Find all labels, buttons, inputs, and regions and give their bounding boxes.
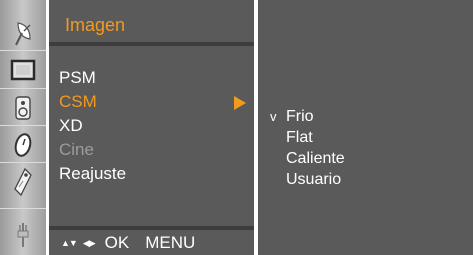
submenu-item-frio[interactable]: v Frio [270,106,345,127]
ok-key-label: OK [104,233,130,252]
navigation-hint-bar: ▲▼ ◀▶ OK MENU [61,233,195,253]
up-down-arrows-icon: ▲▼ [61,238,78,248]
submenu-item-label: Frio [286,108,314,125]
menu-title: Imagen [65,15,126,35]
menu-list: PSM CSM XD Cine Reajuste [49,66,254,186]
category-icon-column [0,0,46,255]
tag-icon[interactable] [4,165,42,198]
footer-divider [49,226,254,230]
title-divider [49,42,254,46]
main-menu-panel: Imagen PSM CSM XD Cine Reajuste ▲▼ ◀▶ OK… [49,0,254,255]
submenu-item-label: Caliente [286,150,345,167]
menu-item-xd[interactable]: XD [49,114,254,138]
submenu-panel: v Frio Flat Caliente Usuario [258,0,473,255]
menu-item-psm[interactable]: PSM [49,66,254,90]
submenu-arrow-icon [234,96,246,110]
left-right-arrows-icon: ◀▶ [82,238,96,248]
menu-item-cine: Cine [59,140,94,159]
submenu-item-caliente[interactable]: Caliente [270,148,345,169]
tv-osd-menu: Imagen PSM CSM XD Cine Reajuste ▲▼ ◀▶ OK… [0,0,473,255]
submenu-item-label: Flat [286,129,313,146]
menu-item-csm-label: CSM [59,92,97,111]
submenu-list: v Frio Flat Caliente Usuario [270,106,345,190]
speaker-icon[interactable] [4,91,42,124]
submenu-item-label: Usuario [286,171,342,188]
menu-item-reajuste[interactable]: Reajuste [49,162,254,186]
submenu-item-flat[interactable]: Flat [270,127,345,148]
menu-key-label: MENU [145,233,196,252]
check-mark-icon: v [270,109,277,124]
screen-icon[interactable] [4,53,42,86]
plug-icon[interactable] [4,218,42,251]
clock-icon[interactable] [4,128,42,161]
satellite-dish-icon[interactable] [4,16,42,49]
submenu-item-usuario[interactable]: Usuario [270,169,345,190]
menu-item-csm[interactable]: CSM [49,90,254,114]
